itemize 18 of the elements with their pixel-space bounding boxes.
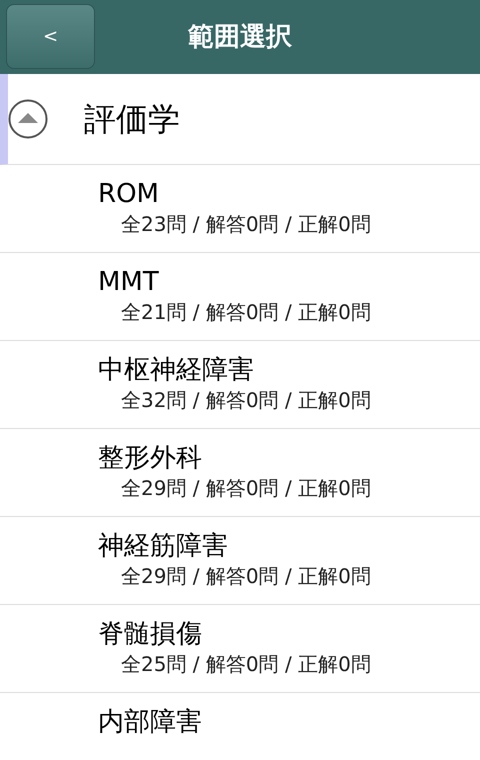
item-stats: 全21問 / 解答0問 / 正解0問 — [121, 299, 371, 326]
collapse-icon[interactable] — [8, 99, 48, 139]
item-stats: 全29問 / 解答0問 / 正解0問 — [121, 475, 371, 502]
item-stats: 全25問 / 解答0問 / 正解0問 — [121, 651, 371, 678]
category-header[interactable]: 評価学 — [0, 74, 480, 165]
back-button[interactable]: < — [6, 4, 95, 69]
item-title[interactable]: ROM — [98, 178, 159, 210]
item-title[interactable]: MMT — [98, 266, 159, 298]
item-stats: 全29問 / 解答0問 / 正解0問 — [121, 563, 371, 590]
item-title[interactable]: 内部障害 — [98, 706, 202, 738]
item-stats: 全32問 / 解答0問 / 正解0問 — [121, 387, 371, 414]
item-stats: 全23問 / 解答0問 / 正解0問 — [121, 211, 371, 238]
screen-title: 範囲選択 — [188, 21, 292, 54]
category-title: 評価学 — [84, 99, 180, 140]
item-title[interactable]: 神経筋障害 — [98, 530, 228, 562]
item-title[interactable]: 中枢神経障害 — [98, 354, 254, 386]
item-title[interactable]: 脊髄損傷 — [98, 618, 202, 650]
item-title[interactable]: 整形外科 — [98, 442, 202, 474]
